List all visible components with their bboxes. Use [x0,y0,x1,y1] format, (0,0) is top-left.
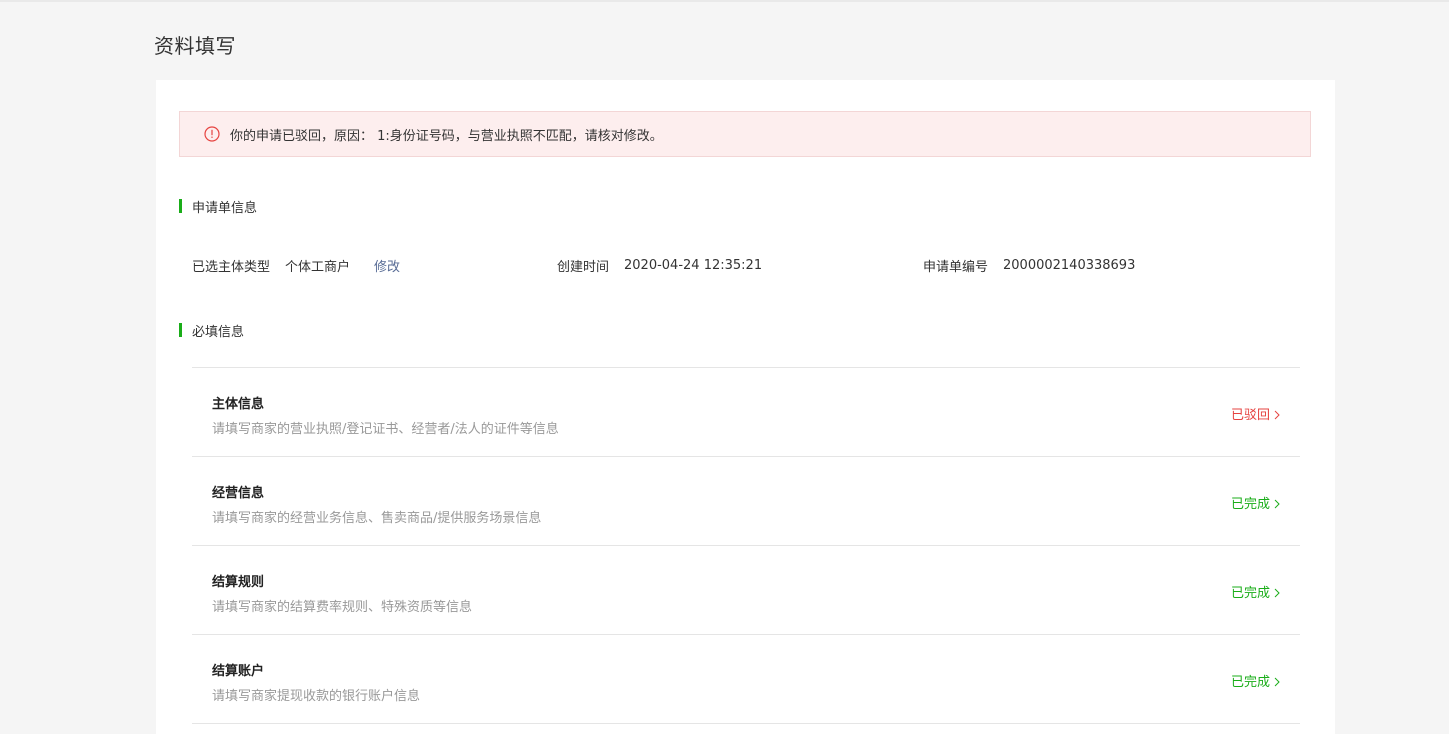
subject-type-label: 已选主体类型 [192,260,271,275]
item-title: 经营信息 [212,486,265,501]
status-completed[interactable]: 已完成 [1231,671,1280,690]
application-info-row: 已选主体类型 个体工商户 修改 创建时间 2020-04-24 12:35:21… [192,256,1292,276]
chevron-right-icon [1274,676,1280,686]
section-required-info: 必填信息 [179,323,245,340]
item-description: 请填写商家的结算费率规则、特殊资质等信息 [212,600,473,615]
status-completed[interactable]: 已完成 [1231,582,1280,601]
exclamation-circle-icon [204,126,220,142]
status-rejected[interactable]: 已驳回 [1231,404,1280,423]
chevron-right-icon [1274,409,1280,419]
main-card: 你的申请已驳回，原因： 1:身份证号码，与营业执照不匹配，请核对修改。 申请单信… [156,80,1335,734]
list-item-settlement-account[interactable]: 结算账户 请填写商家提现收款的银行账户信息 已完成 [192,635,1300,724]
created-time-field: 创建时间 2020-04-24 12:35:21 [557,256,762,275]
list-item-business-info[interactable]: 经营信息 请填写商家的经营业务信息、售卖商品/提供服务场景信息 已完成 [192,457,1300,546]
status-label: 已驳回 [1230,408,1270,423]
page-title: 资料填写 [154,34,236,58]
list-item-settlement-rules[interactable]: 结算规则 请填写商家的结算费率规则、特殊资质等信息 已完成 [192,546,1300,635]
list-item-subject-info[interactable]: 主体信息 请填写商家的营业执照/登记证书、经营者/法人的证件等信息 已驳回 [192,368,1300,457]
status-label: 已完成 [1230,586,1270,601]
item-title: 结算规则 [212,575,265,590]
required-info-list: 主体信息 请填写商家的营业执照/登记证书、经营者/法人的证件等信息 已驳回 经营… [192,367,1300,724]
chevron-right-icon [1274,587,1280,597]
status-label: 已完成 [1230,675,1270,690]
status-label: 已完成 [1230,497,1270,512]
modify-link[interactable]: 修改 [374,256,400,275]
created-time-label: 创建时间 [557,260,610,275]
application-number-field: 申请单编号 2000002140338693 [923,256,1135,275]
section-application-info: 申请单信息 [179,199,258,216]
created-time-value: 2020-04-24 12:35:21 [624,258,763,273]
item-description: 请填写商家的营业执照/登记证书、经营者/法人的证件等信息 [212,422,559,437]
section-accent-bar [179,323,182,337]
item-title: 结算账户 [212,664,265,679]
rejection-alert: 你的申请已驳回，原因： 1:身份证号码，与营业执照不匹配，请核对修改。 [179,111,1311,157]
application-number-value: 2000002140338693 [1003,258,1136,273]
section-title: 申请单信息 [192,200,258,216]
application-number-label: 申请单编号 [923,260,989,275]
item-title: 主体信息 [212,397,265,412]
subject-type-field: 已选主体类型 个体工商户 修改 [192,256,400,275]
subject-type-value: 个体工商户 [285,260,351,275]
item-description: 请填写商家提现收款的银行账户信息 [212,689,421,704]
section-title: 必填信息 [192,324,245,340]
status-completed[interactable]: 已完成 [1231,493,1280,512]
top-divider [0,0,1449,2]
alert-message: 你的申请已驳回，原因： 1:身份证号码，与营业执照不匹配，请核对修改。 [230,128,663,144]
item-description: 请填写商家的经营业务信息、售卖商品/提供服务场景信息 [212,511,542,526]
chevron-right-icon [1274,498,1280,508]
section-accent-bar [179,199,182,213]
